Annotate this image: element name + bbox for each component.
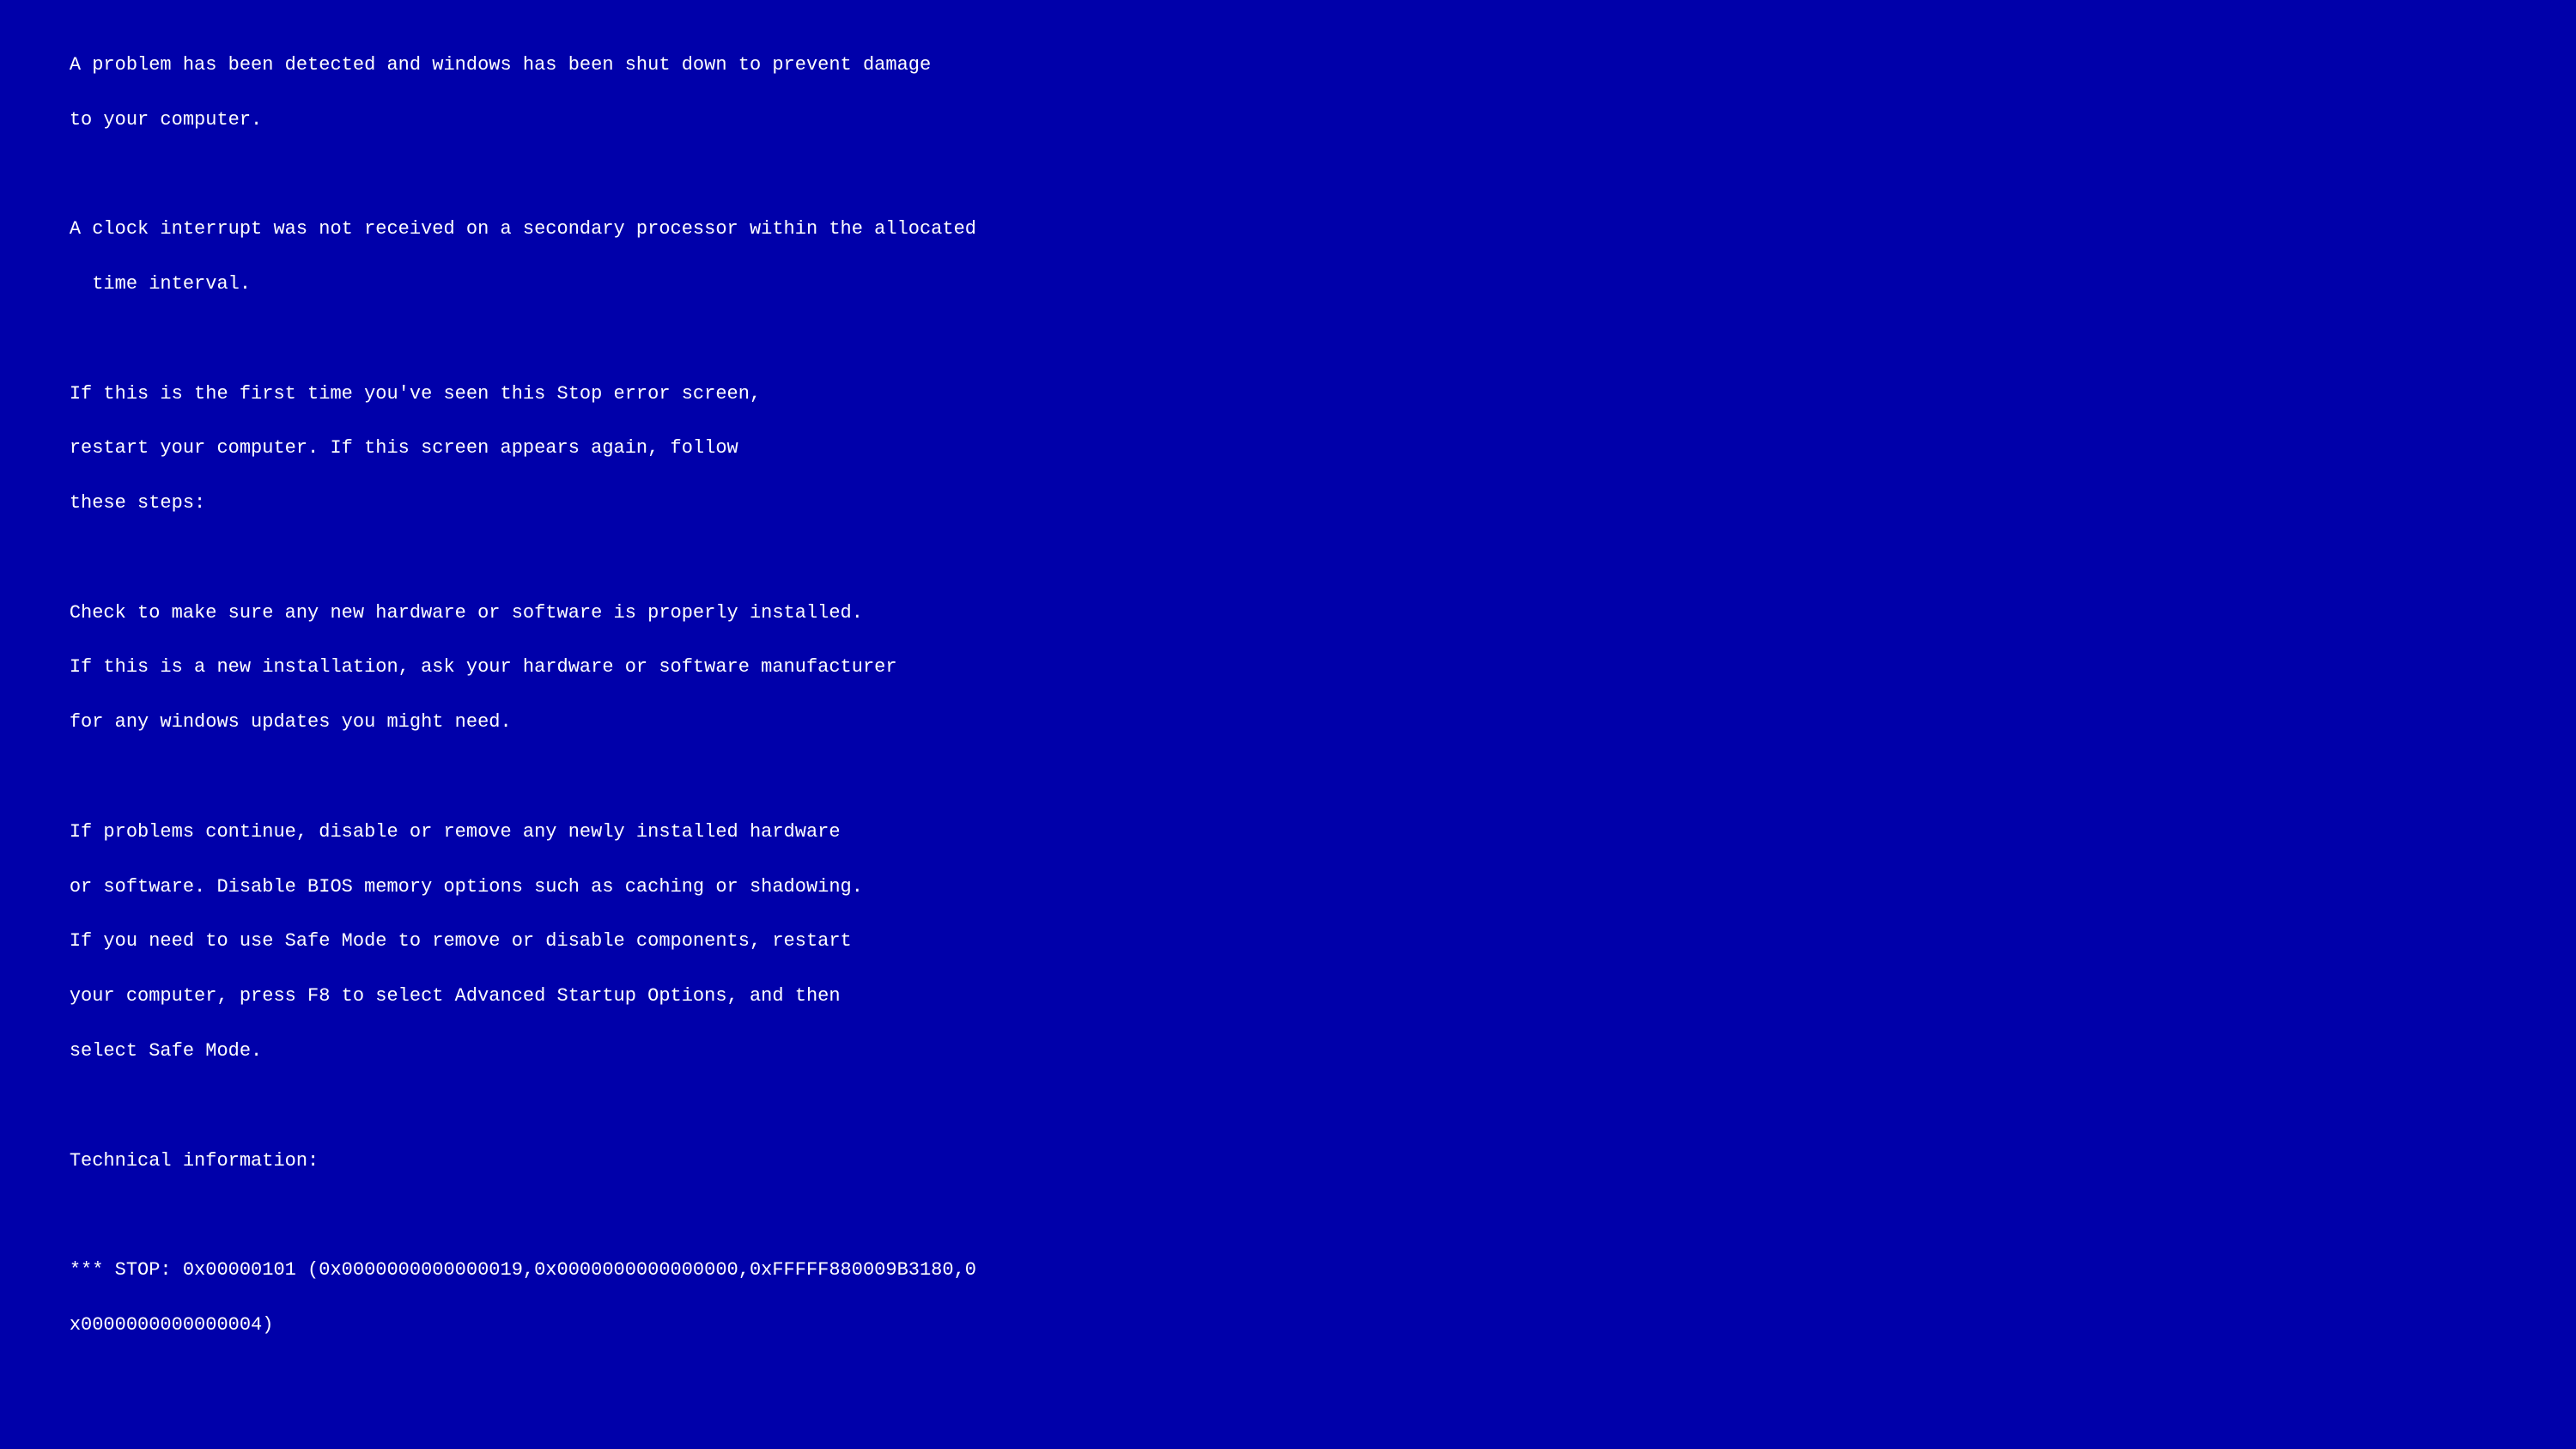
line-6: restart your computer. If this screen ap… xyxy=(70,437,738,459)
line-4: time interval. xyxy=(70,273,251,295)
line-12: or software. Disable BIOS memory options… xyxy=(70,876,863,898)
line-17: *** STOP: 0x00000101 (0x0000000000000019… xyxy=(70,1259,976,1281)
line-15: select Safe Mode. xyxy=(70,1040,262,1062)
line-11: If problems continue, disable or remove … xyxy=(70,821,841,843)
bsod-screen: A problem has been detected and windows … xyxy=(0,0,2576,1449)
line-2: to your computer. xyxy=(70,109,262,131)
bsod-content: A problem has been detected and windows … xyxy=(24,24,2552,1449)
line-18: x0000000000000004) xyxy=(70,1314,274,1336)
line-8: Check to make sure any new hardware or s… xyxy=(70,602,863,624)
line-16: Technical information: xyxy=(70,1150,319,1172)
line-5: If this is the first time you've seen th… xyxy=(70,383,761,405)
line-3: A clock interrupt was not received on a … xyxy=(70,218,976,240)
line-9: If this is a new installation, ask your … xyxy=(70,656,897,678)
line-1: A problem has been detected and windows … xyxy=(70,54,931,76)
line-7: these steps: xyxy=(70,492,205,514)
line-14: your computer, press F8 to select Advanc… xyxy=(70,985,841,1007)
line-13: If you need to use Safe Mode to remove o… xyxy=(70,930,852,952)
line-10: for any windows updates you might need. xyxy=(70,711,512,733)
